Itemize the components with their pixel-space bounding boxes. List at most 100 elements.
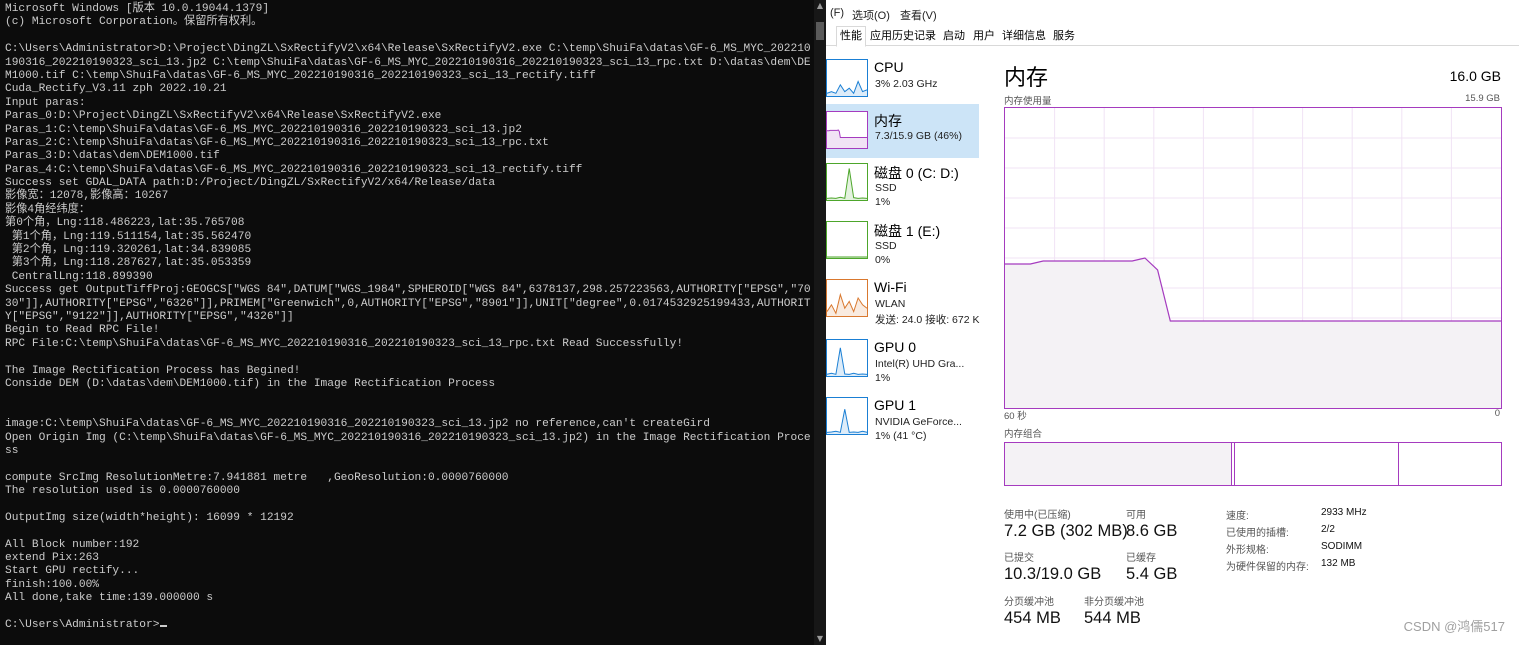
paged-pool-value: 454 MB	[1004, 609, 1061, 627]
performance-sidebar: CPU 3% 2.03 GHz 内存 7.3/15.9 GB (46%) 磁盘 0 (C…	[826, 52, 979, 645]
cpu-graph-icon	[826, 59, 868, 97]
console-line: CentralLng:118.899390	[5, 270, 153, 283]
disk-graph-icon	[826, 221, 868, 259]
sidebar-item-disk-3[interactable]: 磁盘 1 (E:) SSD 0%	[826, 214, 979, 268]
scroll-down-icon[interactable]: ▼	[814, 633, 826, 645]
detail-reserved-value: 132 MB	[1321, 558, 1356, 569]
sidebar-name: GPU 0	[874, 339, 917, 355]
menu-view[interactable]: 查看(V)	[900, 7, 937, 23]
in-use-label: 使用中(已压缩)	[1004, 510, 1071, 521]
available-value: 8.6 GB	[1126, 522, 1178, 540]
composition-modified	[1234, 443, 1235, 485]
sidebar-sub2: 1%	[875, 372, 891, 384]
sidebar-item-memory[interactable]: 内存 7.3/15.9 GB (46%)	[826, 104, 979, 158]
sidebar-sub1: 7.3/15.9 GB (46%)	[875, 130, 962, 142]
nonpaged-pool-label: 非分页缓冲池	[1084, 597, 1144, 608]
detail-speed-value: 2933 MHz	[1321, 507, 1367, 518]
tab-details[interactable]: 详细信息	[999, 26, 1049, 46]
console-line: C:\Users\Administrator>D:\Project\DingZL…	[5, 43, 811, 56]
console-line: 第1个角，Lng:119.511154,lat:35.562470	[5, 230, 252, 243]
console-line: (c) Microsoft Corporation。保留所有权利。	[5, 16, 263, 29]
sidebar-name: CPU	[874, 59, 904, 75]
sidebar-item-cpu-0[interactable]: CPU 3% 2.03 GHz	[826, 52, 979, 106]
console-line: Paras_1:C:\temp\ShuiFa\datas\GF-6_MS_MYC…	[5, 123, 522, 136]
available-label: 可用	[1126, 510, 1146, 521]
sidebar-sub1: NVIDIA GeForce...	[875, 416, 962, 428]
console-line: 190316_202210190323_sci_13.jp2 C:\temp\S…	[5, 56, 811, 69]
menu-options[interactable]: 选项(O)	[852, 7, 890, 23]
sidebar-name: 内存	[874, 113, 902, 129]
console-line: OutputImg size(width*height): 16099 * 12…	[5, 511, 294, 524]
tab-services[interactable]: 服务	[1049, 26, 1079, 46]
detail-slots-value: 2/2	[1321, 524, 1335, 535]
memory-usage-chart	[1005, 108, 1501, 408]
console-line: Open Origin Img (C:\temp\ShuiFa\datas\GF…	[5, 431, 811, 444]
console-line: Begin to Read RPC File!	[5, 324, 160, 337]
sidebar-sub1: SSD	[875, 240, 897, 252]
sidebar-item-gpu-5[interactable]: GPU 0 Intel(R) UHD Gra... 1%	[826, 332, 979, 386]
in-use-value: 7.2 GB (302 MB)	[1004, 522, 1128, 540]
tab-performance[interactable]: 性能	[836, 26, 866, 47]
menu-file[interactable]: (F)	[830, 7, 844, 19]
console-line: 第2个角，Lng:119.320261,lat:34.839085	[5, 244, 252, 257]
memory-usage-max: 15.9 GB	[1465, 93, 1500, 104]
nonpaged-pool-value: 544 MB	[1084, 609, 1141, 627]
console-line: C:\Users\Administrator>	[5, 619, 826, 632]
console-line: 影像宽：12078,影像高：10267	[5, 190, 169, 203]
detail-form-factor-value: SODIMM	[1321, 541, 1363, 552]
composition-in-use	[1005, 443, 1232, 485]
console-line: Paras_0:D:\Project\DingZL\SxRectifyV2\x6…	[5, 110, 442, 123]
scrollbar-thumb[interactable]	[816, 22, 824, 40]
axis-label-right: 0	[1494, 408, 1500, 419]
console-line: 第0个角，Lng:118.486223,lat:35.765708	[5, 217, 245, 230]
console-line: Y["EPSG","9122"]],AUTHORITY["EPSG","4326…	[5, 310, 294, 323]
memory-usage-label: 内存使用量	[1004, 96, 1052, 107]
page-title: 内存	[1004, 65, 1049, 90]
tab-app-history[interactable]: 应用历史记录	[868, 26, 938, 46]
sidebar-name: 磁盘 1 (E:)	[874, 223, 941, 239]
disk-graph-icon	[826, 163, 868, 201]
committed-label: 已提交	[1004, 553, 1034, 564]
console-line: 30"]],AUTHORITY["EPSG","6326"]],PRIMEM["…	[5, 297, 811, 310]
console-line: ss	[5, 444, 19, 457]
console-line: Cuda_Rectify_V3.11 zph 2022.10.21	[5, 83, 227, 96]
console-line: All done,take time:139.000000 s	[5, 592, 214, 605]
sidebar-sub2: 发送: 24.0 接收: 672 K	[875, 314, 980, 326]
composition-standby	[1398, 443, 1399, 485]
sidebar-sub1: 3% 2.03 GHz	[875, 78, 938, 90]
gpu-graph-icon	[826, 339, 868, 377]
sidebar-name: 磁盘 0 (C: D:)	[874, 165, 959, 181]
detail-speed-label: 速度:	[1226, 511, 1249, 522]
tab-startup[interactable]: 启动	[939, 26, 969, 46]
memory-composition-label: 内存组合	[1004, 429, 1043, 440]
sidebar-sub1: WLAN	[875, 298, 906, 310]
memory-usage-graph	[1004, 107, 1502, 409]
sidebar-sub1: SSD	[875, 182, 897, 194]
tab-users[interactable]: 用户	[969, 26, 999, 46]
console-scrollbar[interactable]: ▲ ▼	[814, 0, 826, 645]
sidebar-sub1: Intel(R) UHD Gra...	[875, 358, 965, 370]
sidebar-sub2: 1%	[875, 196, 891, 208]
sidebar-item-network-4[interactable]: Wi-Fi WLAN 发送: 24.0 接收: 672 K	[826, 272, 979, 326]
sidebar-item-disk-2[interactable]: 磁盘 0 (C: D:) SSD 1%	[826, 156, 979, 210]
console-window[interactable]: Microsoft Windows [版本 10.0.19044.1379] (c…	[0, 0, 826, 645]
console-line: Conside DEM (D:\datas\dem\DEM1000.tif) i…	[5, 377, 496, 390]
cached-value: 5.4 GB	[1126, 565, 1178, 583]
console-line: 影像4角经纬度：	[5, 203, 91, 216]
console-line: M1000.tif C:\temp\ShuiFa\datas\GF-6_MS_M…	[5, 69, 596, 82]
console-line: The Image Rectification Process has Begi…	[5, 364, 301, 377]
console-line: Paras_2:C:\temp\ShuiFa\datas\GF-6_MS_MYC…	[5, 136, 549, 149]
sidebar-item-gpu-6[interactable]: GPU 1 NVIDIA GeForce... 1% (41 °C)	[826, 390, 979, 444]
detail-slots-label: 已使用的插槽:	[1226, 528, 1289, 539]
console-line: Success get OutputTiffProj:GEOGCS["WGS 8…	[5, 284, 811, 297]
network-graph-icon	[826, 279, 868, 317]
paged-pool-label: 分页缓冲池	[1004, 597, 1054, 608]
console-line: compute SrcImg ResolutionMetre:7.941881 …	[5, 471, 509, 484]
scroll-up-icon[interactable]: ▲	[814, 0, 826, 12]
detail-reserved-label: 为硬件保留的内存:	[1226, 562, 1309, 573]
